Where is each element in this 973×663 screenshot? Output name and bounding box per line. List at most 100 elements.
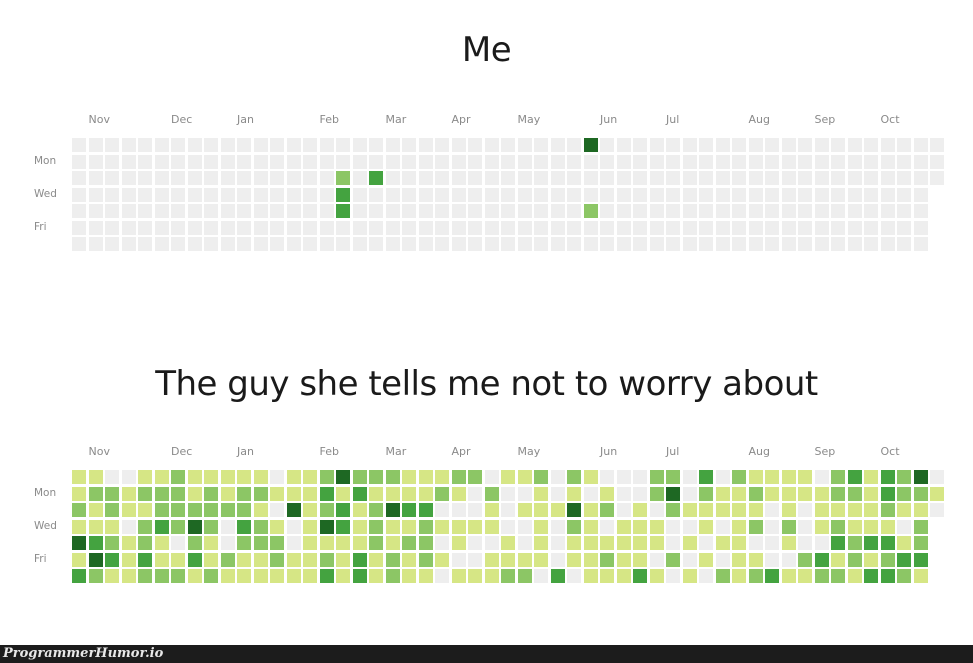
contribution-cell[interactable] xyxy=(303,187,317,202)
contribution-cell[interactable] xyxy=(484,486,499,501)
contribution-cell[interactable] xyxy=(715,536,730,550)
contribution-cell[interactable] xyxy=(418,187,433,202)
contribution-cell[interactable] xyxy=(369,187,383,202)
contribution-cell[interactable] xyxy=(748,138,763,152)
contribution-cell[interactable] xyxy=(583,552,598,567)
contribution-cell[interactable] xyxy=(204,187,218,202)
contribution-cell[interactable] xyxy=(270,220,284,235)
contribution-cell[interactable] xyxy=(880,503,895,517)
contribution-cell[interactable] xyxy=(121,138,136,152)
contribution-cell[interactable] xyxy=(171,503,185,517)
contribution-cell[interactable] xyxy=(814,220,829,235)
contribution-cell[interactable] xyxy=(682,138,697,152)
contribution-cell[interactable] xyxy=(781,220,796,235)
contribution-cell[interactable] xyxy=(847,552,862,567)
contribution-cell[interactable] xyxy=(435,237,449,251)
contribution-cell[interactable] xyxy=(435,154,449,169)
contribution-cell[interactable] xyxy=(649,486,664,501)
contribution-cell[interactable] xyxy=(286,569,301,583)
contribution-cell[interactable] xyxy=(484,519,499,534)
contribution-cell[interactable] xyxy=(187,171,202,185)
contribution-cell[interactable] xyxy=(319,138,334,152)
contribution-cell[interactable] xyxy=(402,237,416,251)
contribution-cell[interactable] xyxy=(600,536,614,550)
contribution-cell[interactable] xyxy=(550,187,565,202)
contribution-cell[interactable] xyxy=(385,486,400,501)
contribution-cell[interactable] xyxy=(418,237,433,251)
contribution-cell[interactable] xyxy=(418,204,433,218)
contribution-cell[interactable] xyxy=(814,138,829,152)
contribution-cell[interactable] xyxy=(204,569,218,583)
contribution-cell[interactable] xyxy=(913,569,928,583)
contribution-cell[interactable] xyxy=(484,171,499,185)
contribution-cell[interactable] xyxy=(682,154,697,169)
contribution-cell[interactable] xyxy=(699,171,713,185)
contribution-cell[interactable] xyxy=(385,470,400,484)
contribution-cell[interactable] xyxy=(187,204,202,218)
contribution-cell[interactable] xyxy=(303,204,317,218)
contribution-cell[interactable] xyxy=(633,171,647,185)
contribution-cell[interactable] xyxy=(352,171,367,185)
contribution-cell[interactable] xyxy=(715,187,730,202)
contribution-cell[interactable] xyxy=(864,187,878,202)
contribution-cell[interactable] xyxy=(187,552,202,567)
contribution-cell[interactable] xyxy=(352,519,367,534)
contribution-cell[interactable] xyxy=(154,154,169,169)
contribution-cell[interactable] xyxy=(138,138,152,152)
contribution-cell[interactable] xyxy=(171,536,185,550)
contribution-cell[interactable] xyxy=(270,536,284,550)
contribution-cell[interactable] xyxy=(319,154,334,169)
contribution-cell[interactable] xyxy=(336,154,350,169)
contribution-cell[interactable] xyxy=(534,138,548,152)
contribution-cell[interactable] xyxy=(897,138,911,152)
contribution-cell[interactable] xyxy=(847,486,862,501)
contribution-cell[interactable] xyxy=(385,552,400,567)
contribution-cell[interactable] xyxy=(402,154,416,169)
contribution-cell[interactable] xyxy=(237,138,251,152)
contribution-cell[interactable] xyxy=(616,171,631,185)
contribution-cell[interactable] xyxy=(369,536,383,550)
contribution-cell[interactable] xyxy=(600,503,614,517)
contribution-cell[interactable] xyxy=(385,154,400,169)
contribution-cell[interactable] xyxy=(501,503,515,517)
contribution-cell[interactable] xyxy=(633,569,647,583)
contribution-cell[interactable] xyxy=(402,503,416,517)
contribution-cell[interactable] xyxy=(369,171,383,185)
contribution-cell[interactable] xyxy=(171,552,185,567)
contribution-cell[interactable] xyxy=(633,486,647,501)
contribution-cell[interactable] xyxy=(187,536,202,550)
contribution-cell[interactable] xyxy=(154,569,169,583)
contribution-cell[interactable] xyxy=(765,503,779,517)
contribution-cell[interactable] xyxy=(435,552,449,567)
contribution-cell[interactable] xyxy=(633,138,647,152)
contribution-cell[interactable] xyxy=(468,536,482,550)
contribution-cell[interactable] xyxy=(682,220,697,235)
contribution-cell[interactable] xyxy=(171,138,185,152)
contribution-cell[interactable] xyxy=(913,536,928,550)
contribution-cell[interactable] xyxy=(699,204,713,218)
contribution-cell[interactable] xyxy=(303,569,317,583)
contribution-cell[interactable] xyxy=(682,552,697,567)
contribution-cell[interactable] xyxy=(501,552,515,567)
contribution-cell[interactable] xyxy=(154,220,169,235)
contribution-cell[interactable] xyxy=(88,519,103,534)
contribution-cell[interactable] xyxy=(171,154,185,169)
contribution-cell[interactable] xyxy=(616,204,631,218)
contribution-cell[interactable] xyxy=(319,519,334,534)
contribution-cell[interactable] xyxy=(418,470,433,484)
contribution-cell[interactable] xyxy=(550,204,565,218)
contribution-cell[interactable] xyxy=(402,171,416,185)
contribution-cell[interactable] xyxy=(501,569,515,583)
contribution-cell[interactable] xyxy=(303,220,317,235)
contribution-cell[interactable] xyxy=(765,470,779,484)
contribution-cell[interactable] xyxy=(138,237,152,251)
contribution-cell[interactable] xyxy=(616,503,631,517)
contribution-cell[interactable] xyxy=(880,171,895,185)
contribution-cell[interactable] xyxy=(913,237,928,251)
contribution-cell[interactable] xyxy=(913,154,928,169)
contribution-cell[interactable] xyxy=(72,536,86,550)
contribution-cell[interactable] xyxy=(237,220,251,235)
contribution-cell[interactable] xyxy=(171,519,185,534)
contribution-cell[interactable] xyxy=(138,552,152,567)
contribution-cell[interactable] xyxy=(319,503,334,517)
